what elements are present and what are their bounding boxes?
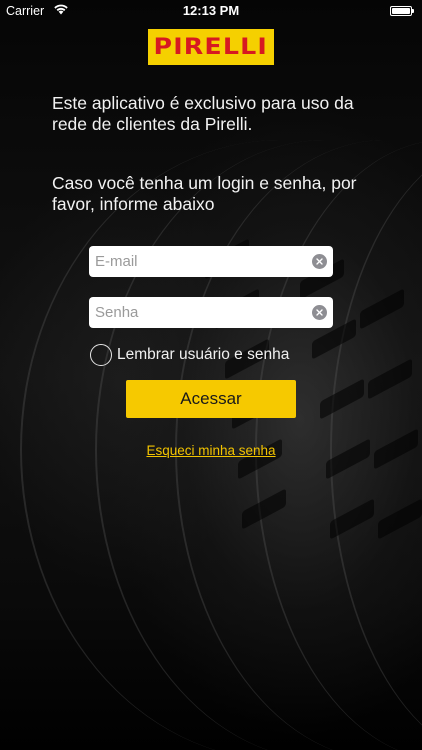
login-button[interactable]: Acessar [126, 380, 296, 418]
remember-me-label: Lembrar usuário e senha [117, 346, 290, 363]
status-bar: Carrier 12:13 PM [0, 0, 422, 22]
prompt-text: Caso você tenha um login e senha, por fa… [52, 173, 357, 214]
battery-icon [390, 6, 414, 16]
clear-icon[interactable] [312, 305, 327, 320]
password-field-container [89, 297, 333, 328]
email-field-container [89, 246, 333, 277]
forgot-password-container: Esqueci minha senha [0, 442, 422, 460]
email-field[interactable] [89, 246, 299, 277]
intro-text: Este aplicativo é exclusivo para uso da … [52, 93, 354, 134]
clear-icon[interactable] [312, 254, 327, 269]
status-time: 12:13 PM [182, 3, 240, 18]
password-field[interactable] [89, 297, 299, 328]
pirelli-logo: PIRELLI [148, 29, 274, 65]
remember-me-row[interactable]: Lembrar usuário e senha [90, 343, 289, 367]
remember-me-radio[interactable] [90, 344, 112, 366]
forgot-password-link[interactable]: Esqueci minha senha [146, 443, 275, 458]
logo-text: PIRELLI [153, 34, 269, 60]
